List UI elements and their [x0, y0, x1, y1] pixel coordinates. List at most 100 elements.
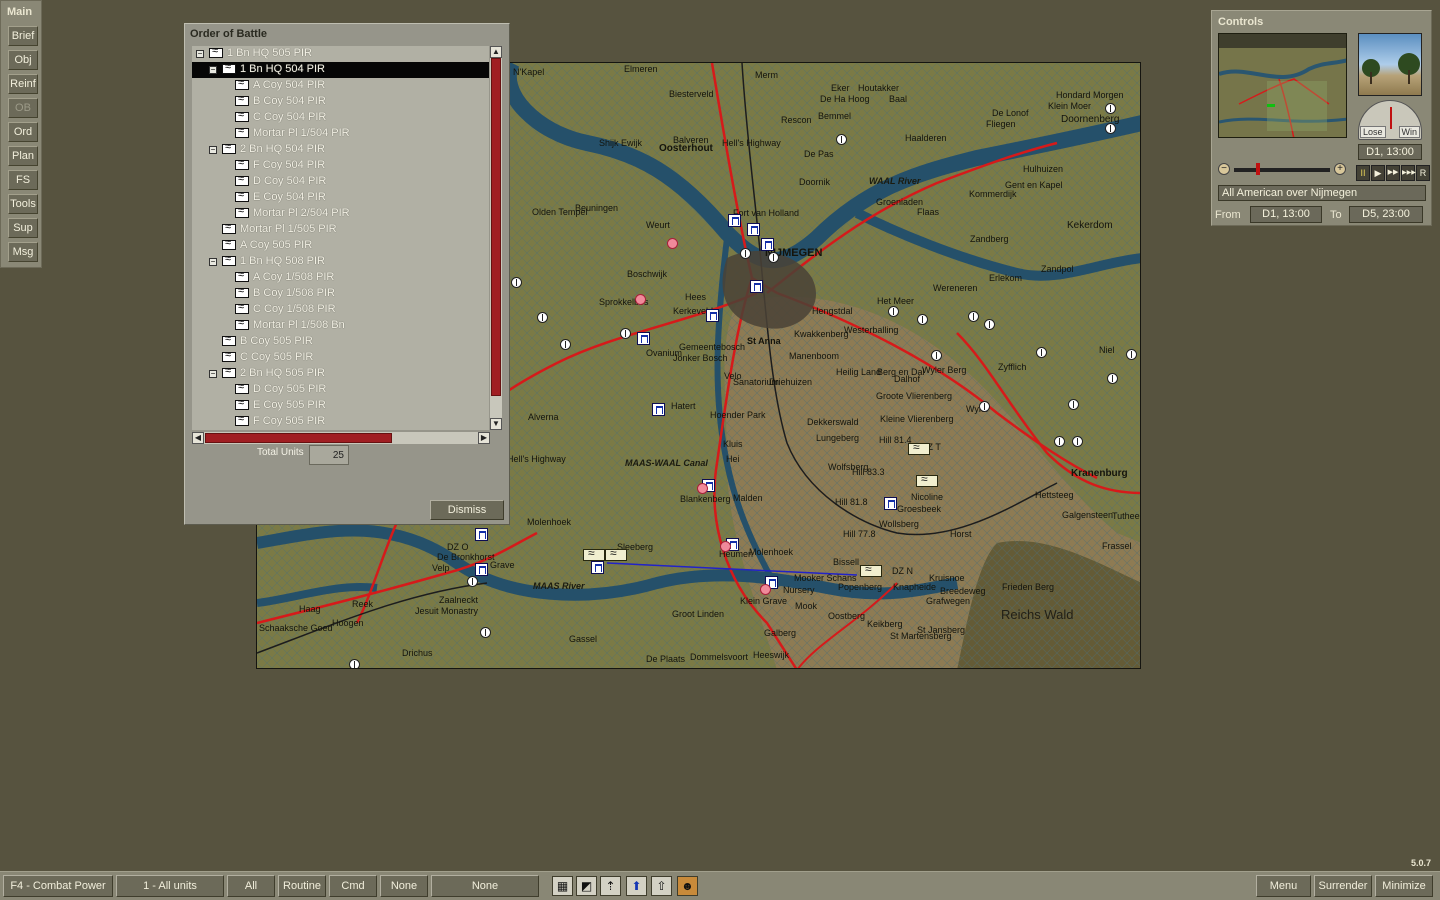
orders-button[interactable]: Ord: [8, 122, 38, 142]
all-button[interactable]: All: [227, 875, 275, 897]
collapse-icon[interactable]: −: [209, 370, 217, 378]
oob-tree-row[interactable]: A Coy 1/508 PIR: [192, 268, 489, 286]
zoom-in-icon[interactable]: +: [1334, 163, 1346, 175]
objective-marker[interactable]: [836, 134, 847, 145]
collapse-icon[interactable]: −: [209, 146, 217, 154]
oob-tree-row[interactable]: − 1 Bn HQ 505 PIR: [192, 46, 489, 62]
hq-unit-counter[interactable]: [583, 546, 605, 561]
oob-tree-row[interactable]: B Coy 505 PIR: [192, 332, 489, 350]
objective-marker[interactable]: [740, 248, 751, 259]
objective-marker[interactable]: [888, 306, 899, 317]
oob-tree-row[interactable]: A Coy 505 PIR: [192, 236, 489, 254]
grid-icon[interactable]: ▦: [552, 876, 573, 896]
cmd-button[interactable]: Cmd: [329, 875, 377, 897]
tools-button[interactable]: Tools: [8, 194, 38, 214]
oob-tree-row[interactable]: Mortar Pl 2/504 PIR: [192, 204, 489, 222]
enemy-marker[interactable]: [760, 584, 771, 595]
oob-tree-row[interactable]: C Coy 504 PIR: [192, 108, 489, 126]
supply-button[interactable]: Sup: [8, 218, 38, 238]
unit-counter[interactable]: [637, 332, 650, 345]
scroll-thumb[interactable]: [491, 58, 501, 396]
collapse-icon[interactable]: −: [209, 66, 217, 74]
hq-unit-counter[interactable]: [908, 440, 930, 455]
zoom-control[interactable]: − +: [1218, 161, 1347, 179]
unit-counter[interactable]: [475, 528, 488, 541]
oob-tree-row[interactable]: − 2 Bn HQ 505 PIR: [192, 364, 489, 382]
units-overlay-icon[interactable]: ◩: [576, 876, 597, 896]
combat-power-button[interactable]: F4 - Combat Power: [3, 875, 113, 897]
brief-button[interactable]: Brief: [8, 26, 38, 46]
zoom-out-icon[interactable]: −: [1218, 163, 1230, 175]
oob-tree-row[interactable]: A Coy 504 PIR: [192, 76, 489, 94]
objective-marker[interactable]: [1054, 436, 1065, 447]
fire-support-button[interactable]: FS: [8, 170, 38, 190]
oob-tree-row[interactable]: F Coy 504 PIR: [192, 156, 489, 174]
oob-tree-row[interactable]: E Coy 504 PIR: [192, 188, 489, 206]
objective-marker[interactable]: [1068, 399, 1079, 410]
reinforcements-button[interactable]: Reinf: [8, 74, 38, 94]
objective-marker[interactable]: [1126, 349, 1137, 360]
objective-marker[interactable]: [1105, 123, 1116, 134]
oob-tree-row[interactable]: C Coy 505 PIR: [192, 348, 489, 366]
play-button[interactable]: ▶: [1371, 165, 1385, 181]
scroll-thumb[interactable]: [205, 433, 392, 443]
oob-tree-row[interactable]: − 1 Bn HQ 508 PIR: [192, 252, 489, 270]
objectives-button[interactable]: Obj: [8, 50, 38, 70]
oob-tree-row[interactable]: − 2 Bn HQ 504 PIR: [192, 140, 489, 158]
oob-tree[interactable]: − 1 Bn HQ 505 PIR − 1 Bn HQ 504 PIR A Coy 50…: [192, 46, 489, 430]
objective-marker[interactable]: [511, 277, 522, 288]
oob-tree-row[interactable]: B Coy 504 PIR: [192, 92, 489, 110]
messages-button[interactable]: Msg: [8, 242, 38, 262]
objective-marker[interactable]: [968, 311, 979, 322]
enemy-marker[interactable]: [635, 294, 646, 305]
unit-counter[interactable]: [591, 561, 604, 574]
objective-marker[interactable]: [1107, 373, 1118, 384]
scroll-down-icon[interactable]: ▼: [490, 418, 502, 430]
scroll-right-icon[interactable]: ▶: [478, 432, 490, 444]
unit-counter[interactable]: [475, 563, 488, 576]
routine-button[interactable]: Routine: [278, 875, 326, 897]
objective-marker[interactable]: [1072, 436, 1083, 447]
none-filter-button[interactable]: None: [431, 875, 539, 897]
minimap[interactable]: [1218, 33, 1347, 138]
dismiss-button[interactable]: Dismiss: [430, 500, 504, 520]
oob-horizontal-scrollbar[interactable]: ◀ ▶: [192, 432, 490, 444]
objective-marker[interactable]: [1036, 347, 1047, 358]
zoom-track[interactable]: [1234, 168, 1330, 172]
objective-marker[interactable]: [917, 314, 928, 325]
oob-tree-row[interactable]: Mortar Pl 1/505 PIR: [192, 220, 489, 238]
minimize-button[interactable]: Minimize: [1375, 875, 1433, 897]
hq-unit-counter[interactable]: [605, 546, 627, 561]
objective-marker[interactable]: [349, 659, 360, 668]
enemy-marker[interactable]: [697, 483, 708, 494]
oob-tree-row[interactable]: Mortar Pl 1/504 PIR: [192, 124, 489, 142]
none-button[interactable]: None: [380, 875, 428, 897]
pause-button[interactable]: II: [1356, 165, 1370, 181]
objective-marker[interactable]: [768, 252, 779, 263]
menu-button[interactable]: Menu: [1256, 875, 1311, 897]
oob-tree-row[interactable]: E Coy 505 PIR: [192, 396, 489, 414]
objective-marker[interactable]: [480, 627, 491, 638]
unit-counter[interactable]: [652, 403, 665, 416]
objective-marker[interactable]: [467, 576, 478, 587]
hq-unit-counter[interactable]: [860, 562, 882, 577]
oob-tree-row[interactable]: − 1 Bn HQ 504 PIR: [192, 60, 489, 78]
objective-marker[interactable]: [560, 339, 571, 350]
objective-marker[interactable]: [984, 319, 995, 330]
enemy-marker[interactable]: [667, 238, 678, 249]
unit-counter[interactable]: [750, 280, 763, 293]
unit-counter[interactable]: [761, 238, 774, 251]
unit-counter[interactable]: [747, 223, 760, 236]
objective-marker[interactable]: [537, 312, 548, 323]
upward-arrow-icon[interactable]: ⇧: [651, 876, 672, 896]
surrender-button[interactable]: Surrender: [1314, 875, 1372, 897]
scroll-left-icon[interactable]: ◀: [192, 432, 204, 444]
units-filter-button[interactable]: 1 - All units: [116, 875, 224, 897]
objective-marker[interactable]: [620, 328, 631, 339]
fast-forward-button[interactable]: ▶▶: [1386, 165, 1400, 181]
friendly-unit-icon[interactable]: ⬆: [626, 876, 647, 896]
collapse-icon[interactable]: −: [209, 258, 217, 266]
unit-counter[interactable]: [884, 497, 897, 510]
unit-counter[interactable]: [706, 309, 719, 322]
unit-counter[interactable]: [728, 214, 741, 227]
